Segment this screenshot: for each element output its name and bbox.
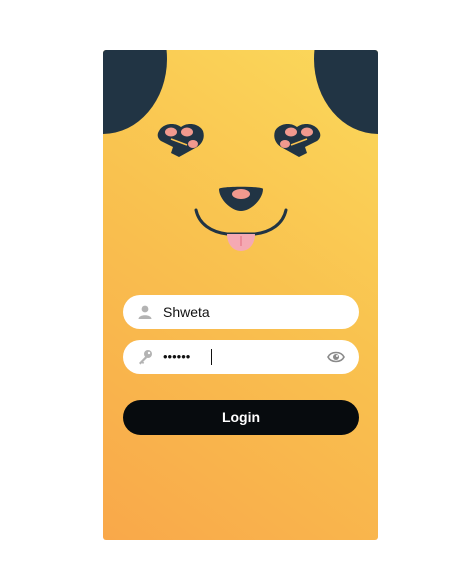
left-paw-icon: [157, 123, 204, 157]
text-caret: [211, 349, 212, 365]
login-button[interactable]: Login: [123, 400, 359, 435]
login-card: Shweta •••••• Login: [103, 50, 378, 540]
right-ear: [314, 50, 378, 134]
password-field[interactable]: ••••••: [123, 340, 359, 374]
password-value: ••••••: [163, 349, 191, 364]
eye-icon[interactable]: [327, 350, 345, 364]
key-icon: [139, 350, 152, 365]
username-field[interactable]: Shweta: [123, 295, 359, 329]
username-value: Shweta: [163, 304, 210, 320]
user-icon: [138, 305, 152, 319]
left-ear: [103, 50, 167, 134]
right-paw-icon: [274, 123, 321, 157]
mouth-icon: [194, 208, 288, 251]
